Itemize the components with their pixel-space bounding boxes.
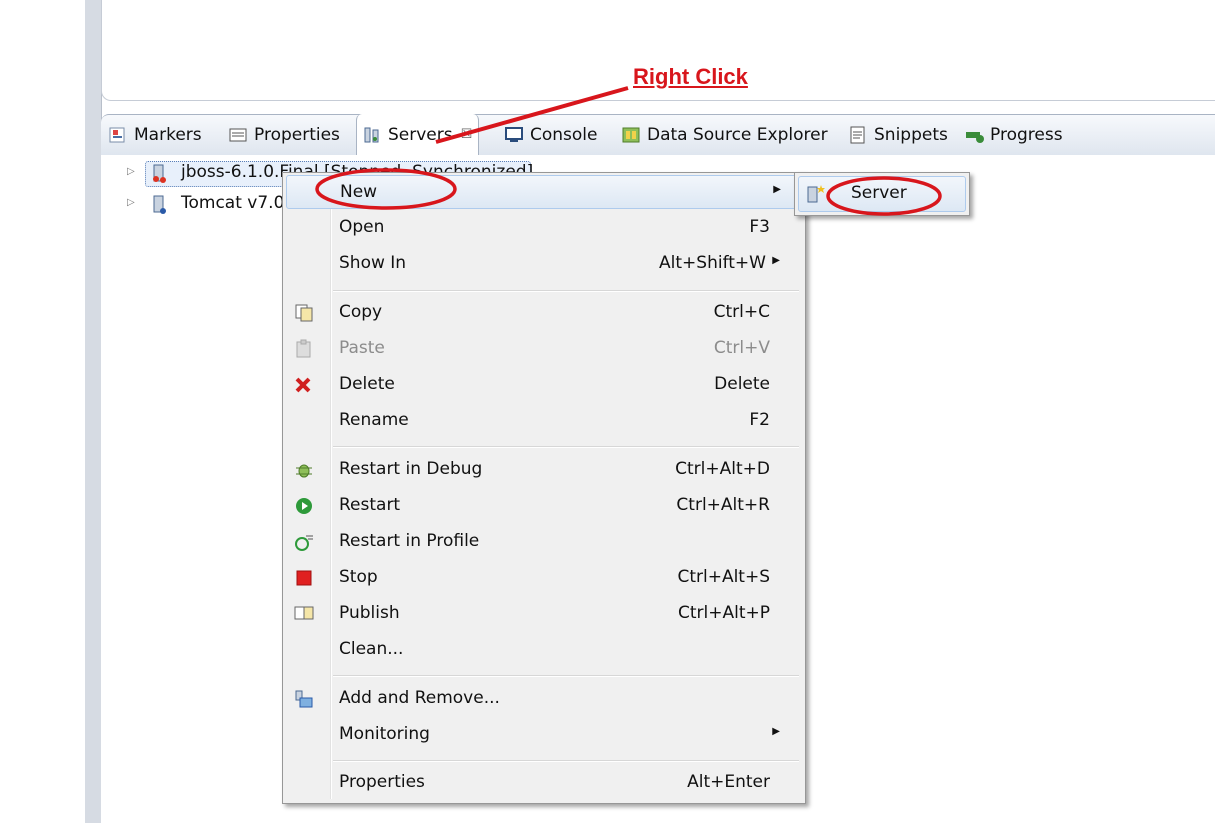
annotation-overlay [315,86,942,216]
annotation-circle-server [826,176,942,216]
annotation-arrow [435,86,629,144]
annotation-circle-new [315,168,457,210]
